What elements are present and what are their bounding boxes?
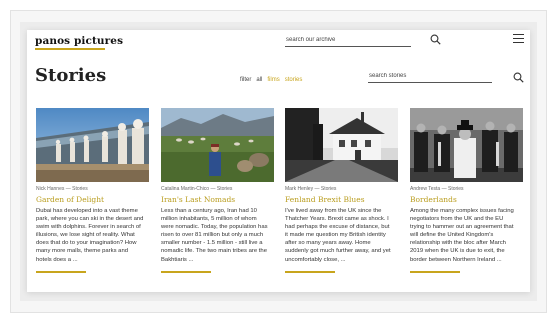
excerpt-line: illusions, we lose sight of reality. Wha… xyxy=(36,232,135,239)
excerpt-line: border between Northern Ireland ... xyxy=(410,256,502,263)
excerpt-line: suddenly got much further away, and yet xyxy=(285,248,391,255)
excerpt-line: had perhaps the excuse of distance, but xyxy=(285,224,390,231)
excerpt-line: will define the United Kingdom's xyxy=(410,232,494,239)
card-author[interactable]: Nick Hannes xyxy=(36,186,64,192)
excerpt-line: swim with dolphins. Forever in search of xyxy=(36,224,141,231)
excerpt-line: 2019 when the UK is due to exit, the xyxy=(410,248,505,255)
story-card[interactable]: Catalina Martin-Chico — Stories Iran's L… xyxy=(161,108,274,264)
card-author[interactable]: Andrew Testa xyxy=(410,186,440,192)
card-excerpt: I've lived away from the UK since the Th… xyxy=(285,207,398,264)
card-author[interactable]: Mark Henley xyxy=(285,186,313,192)
excerpt-line: were nomadic. Today, the population has xyxy=(161,224,268,231)
excerpt-line: hotels does a ... xyxy=(36,256,78,263)
filter-all[interactable]: all xyxy=(256,77,262,83)
filter-label: filter xyxy=(240,77,252,83)
stories-search-input[interactable] xyxy=(368,70,492,83)
excerpt-line: uncomfortably close, ... xyxy=(285,256,346,263)
excerpt-line: Thatcher Years. Brexit came as shock. I xyxy=(285,216,389,223)
excerpt-line: I've lived away from the UK since the xyxy=(285,208,382,214)
logo-underline xyxy=(35,48,105,50)
card-underline xyxy=(36,271,86,273)
excerpt-line: million inhabitants, 5 million of whom xyxy=(161,216,257,223)
card-title[interactable]: Borderlands xyxy=(410,195,523,204)
story-image-fenland[interactable] xyxy=(285,108,398,182)
stories-search-button[interactable] xyxy=(513,71,524,83)
story-card[interactable]: Mark Henley — Stories Fenland Brexit Blu… xyxy=(285,108,398,264)
excerpt-line: Dubai has developed into a vast theme xyxy=(36,208,138,214)
excerpt-line: nomadic life. The two main tribes are th… xyxy=(161,248,267,255)
card-title[interactable]: Fenland Brexit Blues xyxy=(285,195,398,204)
excerpt-line: negotiators from the UK and the EU xyxy=(410,216,504,223)
menu-button[interactable] xyxy=(513,34,524,44)
card-excerpt: Among the many complex issues facing neg… xyxy=(410,207,523,264)
search-icon xyxy=(513,72,524,83)
site-logo[interactable]: panos pictures xyxy=(35,35,123,47)
card-meta: Mark Henley — Stories xyxy=(285,186,398,192)
excerpt-line: relationship with the bloc after March xyxy=(410,240,506,247)
archive-search-input[interactable] xyxy=(285,34,411,47)
excerpt-line: trying to hammer out an agreement that xyxy=(410,224,514,231)
card-meta: Catalina Martin-Chico — Stories xyxy=(161,186,274,192)
story-image-iran[interactable] xyxy=(161,108,274,182)
card-category[interactable]: Stories xyxy=(448,186,464,192)
excerpt-line: smaller number - 1.5 million - still liv… xyxy=(161,240,263,247)
menu-icon-bar xyxy=(513,42,524,44)
archive-search-button[interactable] xyxy=(430,33,441,45)
filter-stories[interactable]: stories xyxy=(285,77,303,83)
story-card[interactable]: Nick Hannes — Stories Garden of Delight … xyxy=(36,108,149,264)
card-meta: Andrew Testa — Stories xyxy=(410,186,523,192)
excerpt-line: Less than a century ago, Iran had 10 xyxy=(161,208,257,214)
card-category[interactable]: Stories xyxy=(72,186,88,192)
story-card[interactable]: Andrew Testa — Stories Borderlands Among… xyxy=(410,108,523,264)
card-title[interactable]: Garden of Delight xyxy=(36,195,149,204)
excerpt-line: park, where you can ski in the desert an… xyxy=(36,216,144,223)
card-author[interactable]: Catalina Martin-Chico xyxy=(161,186,209,192)
card-category[interactable]: Stories xyxy=(217,186,233,192)
card-category[interactable]: Stories xyxy=(321,186,337,192)
filter-bar: filter all films stories xyxy=(240,77,302,83)
excerpt-line: risen to over 81 million but only a much xyxy=(161,232,264,239)
card-underline xyxy=(410,271,460,273)
card-underline xyxy=(285,271,335,273)
card-title[interactable]: Iran's Last Nomads xyxy=(161,195,274,204)
excerpt-line: after so many years away. Home xyxy=(285,240,371,247)
excerpt-line: does that do to your imagination? How xyxy=(36,240,137,247)
menu-icon-bar xyxy=(513,38,524,40)
card-underline xyxy=(161,271,211,273)
search-icon xyxy=(430,34,441,45)
excerpt-line: Among the many complex issues facing xyxy=(410,208,514,214)
excerpt-line: many more malls, theme parks and xyxy=(36,248,128,255)
menu-icon xyxy=(513,34,524,36)
card-meta: Nick Hannes — Stories xyxy=(36,186,149,192)
website-screenshot: panos pictures Stories filter all films … xyxy=(27,30,530,292)
filter-films[interactable]: films xyxy=(267,77,279,83)
story-image-dubai[interactable] xyxy=(36,108,149,182)
page-title: Stories xyxy=(35,65,107,86)
card-excerpt: Less than a century ago, Iran had 10 mil… xyxy=(161,207,274,264)
excerpt-line: it made me question my British identity xyxy=(285,232,386,239)
card-excerpt: Dubai has developed into a vast theme pa… xyxy=(36,207,149,264)
story-image-borderlands[interactable] xyxy=(410,108,523,182)
excerpt-line: Bakhtiaris ... xyxy=(161,256,194,263)
